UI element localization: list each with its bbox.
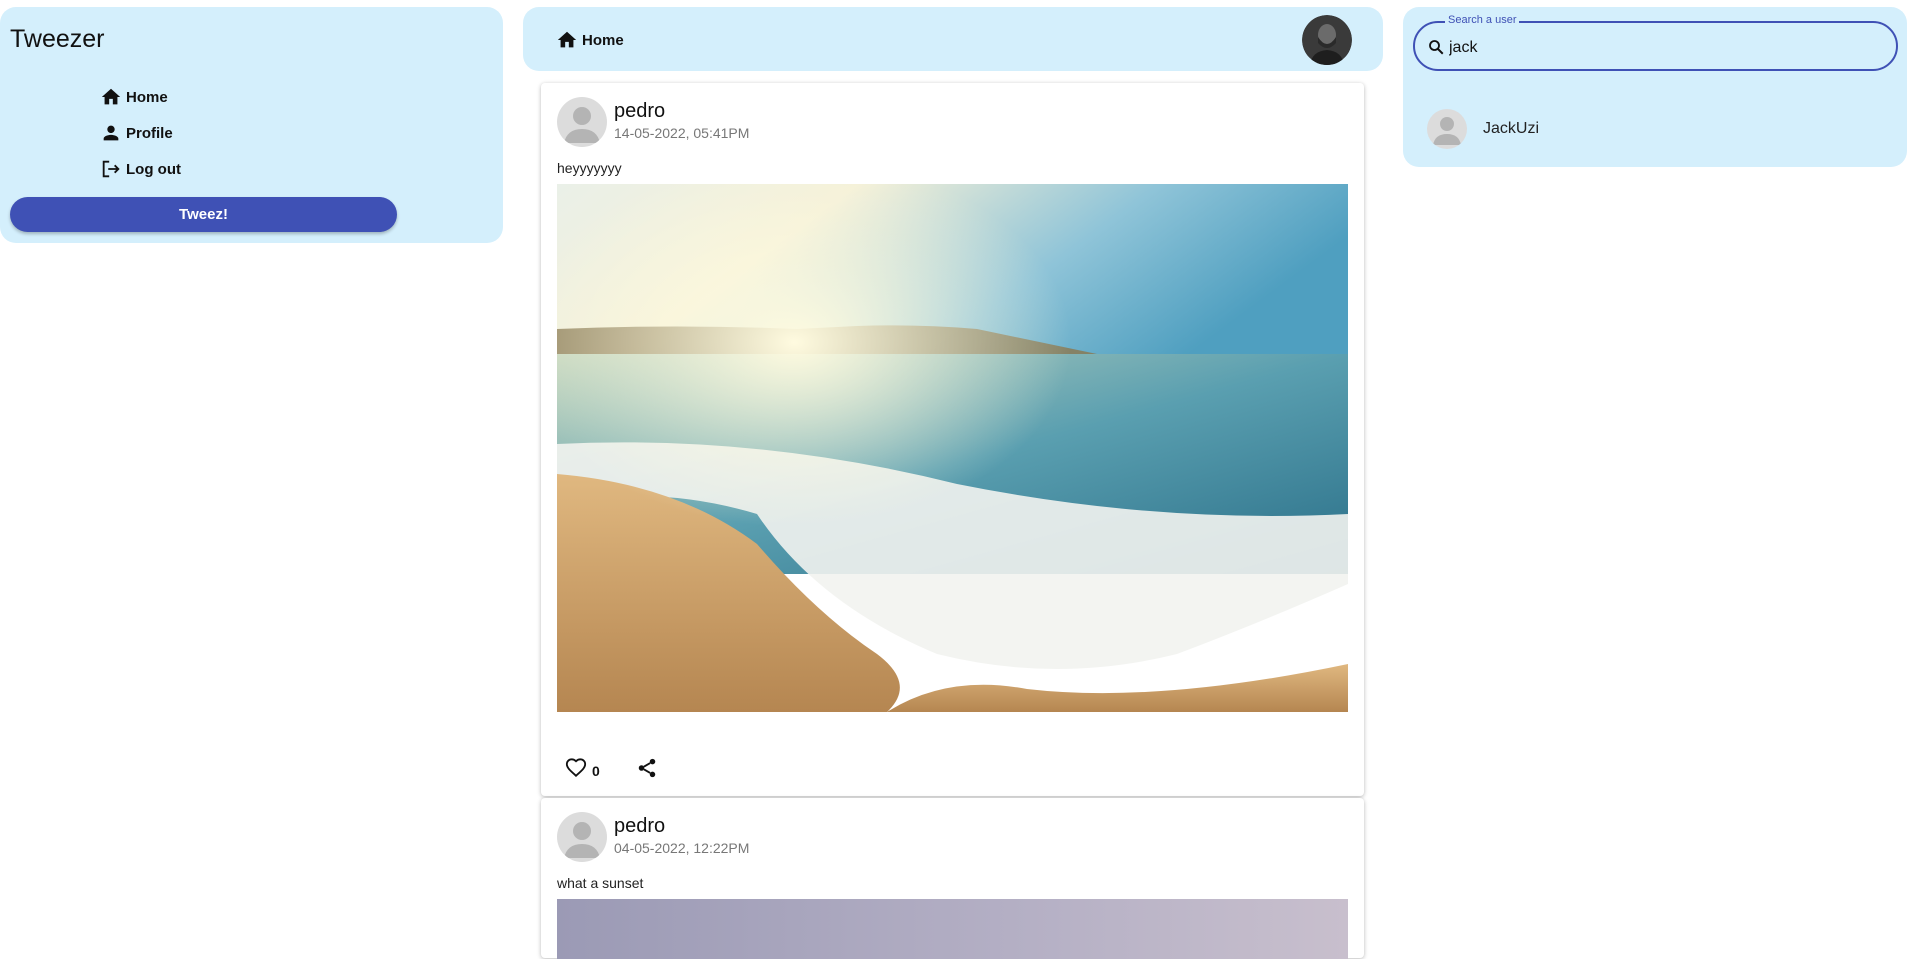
post-card: pedro 04-05-2022, 12:22PM what a sunset xyxy=(541,798,1364,959)
post-date: 14-05-2022, 05:41PM xyxy=(614,125,750,141)
avatar[interactable] xyxy=(557,97,607,147)
nav-item-home[interactable]: Home xyxy=(100,79,181,115)
share-icon xyxy=(636,757,658,784)
nav-item-logout[interactable]: Log out xyxy=(100,151,181,187)
heart-icon xyxy=(565,757,587,784)
nav-item-label: Profile xyxy=(126,124,173,142)
search-panel: Search a user JackUzi xyxy=(1403,7,1907,167)
share-button[interactable] xyxy=(636,757,658,784)
nav-item-label: Home xyxy=(126,88,168,106)
left-sidebar: Tweezer Home Profile Log out Tweez! xyxy=(0,7,503,243)
post-header: pedro 14-05-2022, 05:41PM xyxy=(557,97,749,147)
post-actions: 0 xyxy=(565,757,658,784)
home-icon xyxy=(556,29,578,51)
like-count: 0 xyxy=(592,762,600,779)
post-header: pedro 04-05-2022, 12:22PM xyxy=(557,812,749,862)
nav-menu: Home Profile Log out xyxy=(100,79,181,187)
like-button[interactable]: 0 xyxy=(565,757,600,784)
result-username: JackUzi xyxy=(1483,120,1540,137)
app-title: Tweezer xyxy=(10,25,105,53)
post-card: pedro 14-05-2022, 05:41PM heyyyyyyy 0 xyxy=(541,83,1364,796)
avatar xyxy=(1427,109,1467,149)
search-icon xyxy=(1427,38,1445,56)
nav-item-label: Log out xyxy=(126,160,181,178)
top-bar: Home xyxy=(523,7,1383,71)
home-icon xyxy=(100,86,122,108)
person-icon xyxy=(100,122,122,144)
post-date: 04-05-2022, 12:22PM xyxy=(614,840,750,856)
search-input[interactable] xyxy=(1447,35,1871,61)
post-author[interactable]: pedro xyxy=(614,815,749,838)
user-avatar[interactable] xyxy=(1302,15,1352,65)
avatar[interactable] xyxy=(557,812,607,862)
search-label: Search a user xyxy=(1445,14,1520,26)
nav-item-profile[interactable]: Profile xyxy=(100,115,181,151)
breadcrumb[interactable]: Home xyxy=(556,29,624,51)
search-field: Search a user xyxy=(1413,14,1898,71)
post-author[interactable]: pedro xyxy=(614,100,749,123)
tweez-button[interactable]: Tweez! xyxy=(10,197,397,232)
breadcrumb-label: Home xyxy=(582,31,624,49)
search-result-item[interactable]: JackUzi xyxy=(1427,109,1539,149)
post-image[interactable] xyxy=(557,899,1348,959)
logout-icon xyxy=(100,158,122,180)
post-text: heyyyyyyy xyxy=(557,160,622,176)
post-text: what a sunset xyxy=(557,875,644,891)
post-image[interactable] xyxy=(557,184,1348,712)
